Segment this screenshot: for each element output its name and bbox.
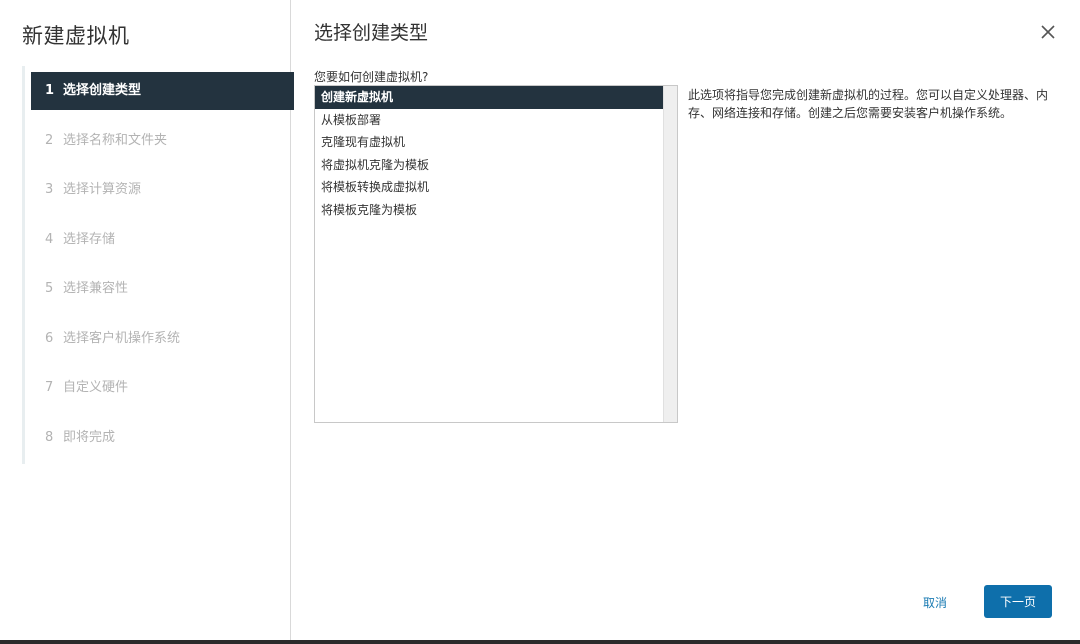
step-number: 1 [45, 83, 55, 98]
step-number: 5 [45, 281, 54, 296]
option-clone-vm-to-template[interactable]: 将虚拟机克隆为模板 [315, 154, 663, 177]
option-clone-existing-vm[interactable]: 克隆现有虚拟机 [315, 131, 663, 154]
step-label: 即将完成 [63, 430, 116, 445]
step-customize-hardware: 7 自定义硬件 [31, 369, 294, 407]
step-ready-to-complete: 8 即将完成 [31, 419, 294, 457]
step-select-creation-type[interactable]: 1 选择创建类型 [31, 72, 294, 110]
wizard-steps: 1 选择创建类型 2 选择名称和文件夹 3 选择计算资源 4 选择存储 5 选择兼容性 6… [22, 66, 294, 464]
step-label: 自定义硬件 [63, 380, 129, 395]
wizard-content: 选择创建类型 您要如何创建虚拟机? 创建新虚拟机 从模板部署 克隆现有虚拟机 将… [291, 0, 1080, 644]
step-number: 8 [45, 430, 54, 445]
creation-type-question: 您要如何创建虚拟机? [314, 70, 429, 84]
step-select-guest-os: 6 选择客户机操作系统 [31, 320, 294, 358]
step-label: 选择存储 [63, 232, 116, 247]
step-label: 选择客户机操作系统 [63, 331, 181, 346]
list-scrollbar[interactable] [663, 86, 677, 422]
option-create-new-vm[interactable]: 创建新虚拟机 [315, 86, 663, 109]
cancel-button[interactable]: 取消 [910, 588, 960, 616]
step-label: 选择创建类型 [63, 83, 142, 98]
close-icon [1041, 25, 1055, 39]
background-strip [0, 640, 1080, 644]
option-convert-template-to-vm[interactable]: 将模板转换成虚拟机 [315, 176, 663, 199]
step-select-compute-resource: 3 选择计算资源 [31, 171, 294, 209]
option-deploy-from-template[interactable]: 从模板部署 [315, 109, 663, 132]
creation-type-list: 创建新虚拟机 从模板部署 克隆现有虚拟机 将虚拟机克隆为模板 将模板转换成虚拟机… [314, 85, 678, 423]
step-number: 3 [45, 182, 54, 197]
step-select-compatibility: 5 选择兼容性 [31, 270, 294, 308]
option-description: 此选项将指导您完成创建新虚拟机的过程。您可以自定义处理器、内存、网络连接和存储。… [688, 88, 1049, 120]
wizard-sidebar: 新建虚拟机 1 选择创建类型 2 选择名称和文件夹 3 选择计算资源 4 选择存储 5选… [0, 0, 294, 644]
step-label: 选择兼容性 [63, 281, 129, 296]
step-number: 4 [45, 232, 54, 247]
page-title: 选择创建类型 [314, 22, 429, 44]
next-button[interactable]: 下一页 [984, 585, 1052, 618]
step-label: 选择名称和文件夹 [63, 133, 168, 148]
step-select-storage: 4 选择存储 [31, 221, 294, 259]
step-number: 6 [45, 331, 54, 346]
new-vm-dialog: 新建虚拟机 1 选择创建类型 2 选择名称和文件夹 3 选择计算资源 4 选择存储 5选… [0, 0, 1080, 644]
option-clone-template-to-template[interactable]: 将模板克隆为模板 [315, 199, 663, 222]
step-number: 2 [45, 133, 54, 148]
step-label: 选择计算资源 [63, 182, 142, 197]
close-button[interactable] [1038, 22, 1058, 42]
step-number: 7 [45, 380, 54, 395]
step-select-name-folder: 2 选择名称和文件夹 [31, 122, 294, 160]
creation-type-items: 创建新虚拟机 从模板部署 克隆现有虚拟机 将虚拟机克隆为模板 将模板转换成虚拟机… [315, 86, 663, 422]
wizard-title: 新建虚拟机 [22, 24, 130, 48]
